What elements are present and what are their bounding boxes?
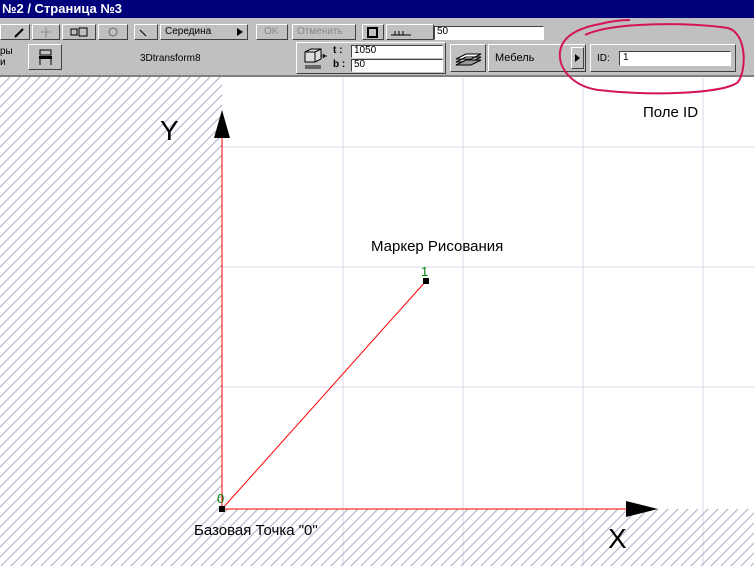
highlight-circle: [558, 19, 745, 95]
id-highlight-overlay: [558, 19, 745, 95]
